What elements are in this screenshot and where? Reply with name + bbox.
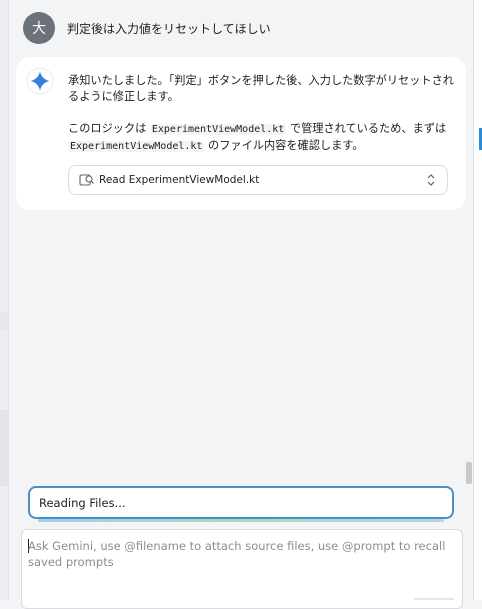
assistant-paragraph-2: このロジックは ExperimentViewModel.kt で管理されているた… bbox=[68, 121, 454, 155]
gemini-chat-panel: 大 判定後は入力値をリセットしてほしい 承知いたしました。「判定」ボタンを押した… bbox=[8, 0, 474, 609]
assistant-message: 承知いたしました。「判定」ボタンを押した後、入力した数字がリセットされるように修… bbox=[16, 57, 466, 210]
user-message-text: 判定後は入力値をリセットしてほしい bbox=[67, 21, 271, 36]
assistant-paragraph-1: 承知いたしました。「判定」ボタンを押した後、入力した数字がリセットされるように修… bbox=[68, 74, 454, 103]
tool-call-label: Read ExperimentViewModel.kt bbox=[99, 174, 260, 186]
file-search-icon bbox=[79, 174, 94, 186]
inline-code-filename: ExperimentViewModel.kt bbox=[149, 124, 287, 135]
right-sidebar-edge bbox=[473, 0, 482, 600]
editor-band bbox=[0, 410, 8, 486]
text-segment: のファイル内容を確認します。 bbox=[204, 139, 364, 152]
prompt-placeholder: Ask Gemini, use @filename to attach sour… bbox=[28, 539, 446, 569]
reading-files-status: Reading Files... bbox=[28, 486, 454, 519]
text-segment: で管理されているため、まずは bbox=[286, 122, 447, 135]
chevron-up-down-icon[interactable] bbox=[425, 173, 437, 187]
user-message: 大 判定後は入力値をリセットしてほしい bbox=[23, 12, 271, 44]
assistant-message-text: 承知いたしました。「判定」ボタンを押した後、入力した数字がリセットされるように修… bbox=[68, 73, 454, 155]
tool-call-read-file[interactable]: Read ExperimentViewModel.kt bbox=[68, 165, 448, 195]
prompt-input[interactable]: Ask Gemini, use @filename to attach sour… bbox=[21, 529, 463, 609]
scrollbar-thumb[interactable] bbox=[466, 462, 472, 484]
text-segment: このロジックは bbox=[68, 122, 150, 135]
progress-glow bbox=[38, 519, 444, 522]
gemini-sparkle-icon bbox=[26, 67, 54, 95]
inline-code-filename: ExperimentViewModel.kt bbox=[68, 141, 205, 152]
user-avatar: 大 bbox=[23, 12, 55, 44]
editor-band bbox=[0, 312, 8, 330]
